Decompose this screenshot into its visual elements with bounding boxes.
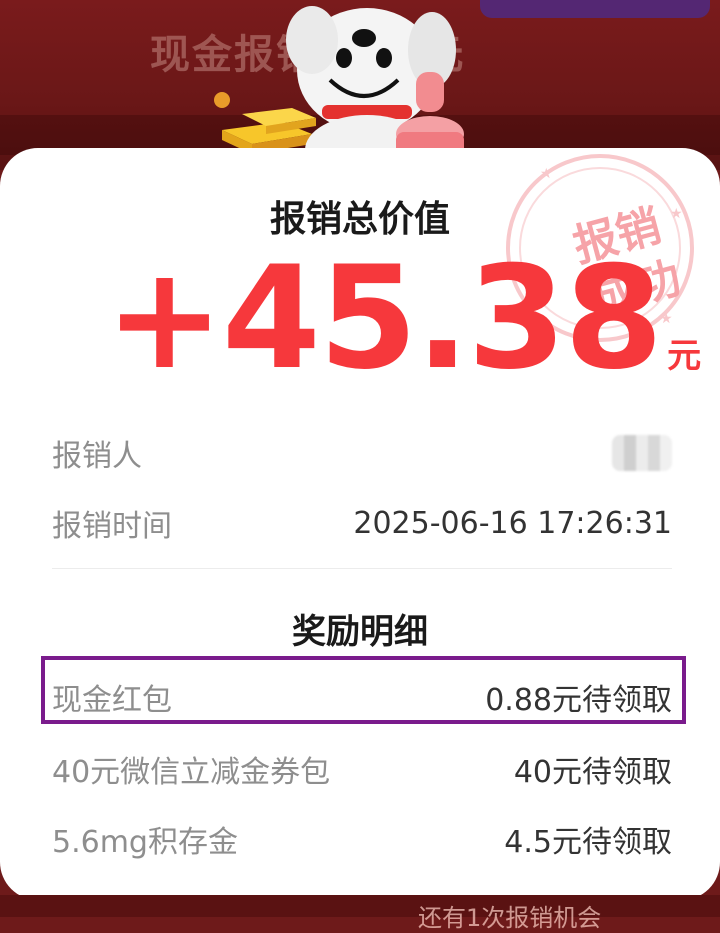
time-label: 报销时间 [52, 509, 172, 544]
card-title: 报销总价值 [269, 199, 450, 240]
rewards-title: 奖励明细 [292, 612, 428, 652]
amount-display: +45.38 元 [105, 244, 701, 394]
reward-value: 4.5元待领取 [504, 825, 672, 860]
reimburser-row: 报销人 [52, 428, 672, 478]
amount-unit: 元 [667, 336, 702, 376]
reward-value: 40元待领取 [513, 755, 672, 790]
reward-label: 40元微信立减金券包 [52, 755, 331, 790]
amount-value: +45.38 [105, 236, 663, 401]
reward-row-gold[interactable]: 5.6mg积存金 4.5元待领取 [52, 814, 672, 864]
background-purple-tab [480, 0, 710, 18]
reward-label: 5.6mg积存金 [52, 825, 238, 860]
reward-label: 现金红包 [52, 683, 172, 718]
reward-row-cash[interactable]: 现金红包 0.88元待领取 [52, 672, 672, 722]
reimbursement-card: ★ ★ ★ ★ 报销 成功 报销总价值 +45.38 元 报销人 报销时间 202… [0, 148, 720, 900]
reward-row-wechat-coupon[interactable]: 40元微信立减金券包 40元待领取 [52, 744, 672, 794]
reimburser-avatar-blurred [612, 435, 672, 471]
time-row: 报销时间 2025-06-16 17:26:31 [52, 498, 672, 548]
reward-value: 0.88元待领取 [485, 683, 672, 718]
time-value: 2025-06-16 17:26:31 [353, 505, 672, 541]
bottom-strip [0, 895, 720, 917]
divider [52, 568, 672, 569]
reimburser-label: 报销人 [52, 439, 142, 474]
remaining-chances-text[interactable]: 还有1次报销机会 [418, 898, 601, 933]
svg-text:★: ★ [540, 166, 553, 182]
